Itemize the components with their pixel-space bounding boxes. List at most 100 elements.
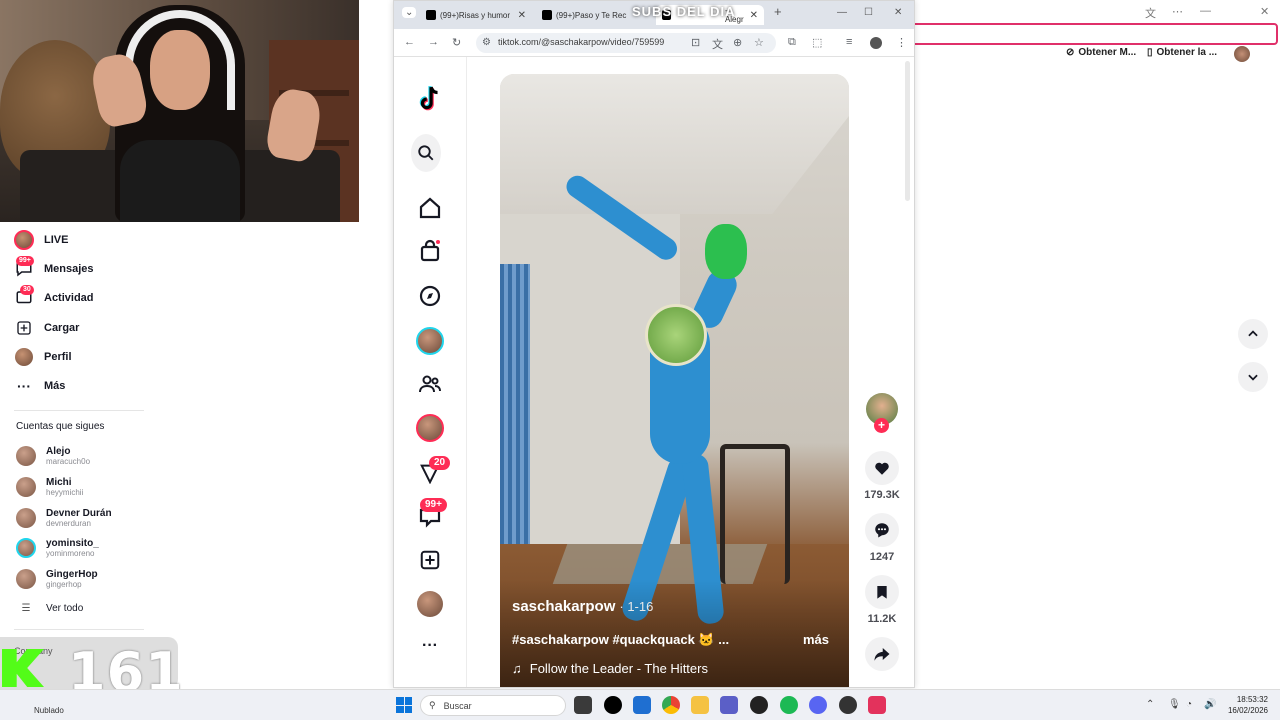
teams-app-icon[interactable]: [720, 696, 738, 714]
comment-button[interactable]: 1247: [849, 513, 914, 563]
profile-avatar-icon[interactable]: [415, 589, 445, 619]
following-icon[interactable]: [415, 369, 445, 399]
close-tab-icon[interactable]: ✕: [750, 10, 758, 21]
extension-button-2[interactable]: ▯ Obtener la ...: [1147, 47, 1217, 58]
avatar: [16, 508, 36, 528]
task-view-icon[interactable]: [574, 696, 592, 714]
site-info-icon[interactable]: ⚙: [482, 37, 491, 48]
live-avatar-icon[interactable]: [415, 326, 445, 356]
chrome-app-icon[interactable]: [662, 696, 680, 714]
activity-badge: 30: [20, 285, 34, 295]
maximize-icon[interactable]: ☐: [864, 7, 873, 18]
microphone-icon[interactable]: 🎙: [1168, 699, 1181, 710]
inbox-icon[interactable]: 20: [415, 456, 451, 488]
search-button[interactable]: [411, 134, 441, 172]
more-icon[interactable]: ···: [415, 631, 445, 661]
taskbar-search[interactable]: ⚲ Buscar: [420, 695, 566, 716]
start-menu-icon[interactable]: [396, 697, 412, 713]
share-button[interactable]: [849, 637, 914, 671]
media-player-icon[interactable]: [750, 696, 768, 714]
obs-app-icon[interactable]: [839, 696, 857, 714]
reading-list-icon[interactable]: ≡: [846, 36, 852, 48]
tiktok-studio-icon[interactable]: [868, 696, 886, 714]
taskbar-clock[interactable]: 18:53:32 16/02/2026: [1222, 694, 1268, 716]
translate-icon[interactable]: 文: [712, 36, 723, 52]
puzzle-icon[interactable]: ⬚: [812, 36, 822, 49]
creator-avatar[interactable]: +: [849, 393, 914, 433]
kebab-menu-icon[interactable]: ⋮: [896, 36, 907, 49]
translate-icon[interactable]: 文: [1145, 5, 1156, 21]
close-window-icon[interactable]: ✕: [894, 7, 902, 18]
network-icon[interactable]: ◔: [1186, 699, 1192, 710]
inbox-badge: 20: [429, 456, 451, 470]
explore-icon[interactable]: [415, 281, 445, 311]
volume-icon[interactable]: 🔊: [1204, 699, 1216, 710]
author-name[interactable]: saschakarpow: [512, 598, 615, 615]
sidebar-item-more[interactable]: ··· Más: [14, 375, 65, 397]
zoom-icon[interactable]: ⊕: [733, 36, 742, 49]
tab-paso[interactable]: (99+)Paso y Te Rec: [536, 5, 636, 25]
next-video-button[interactable]: [1238, 362, 1268, 392]
sidebar-item-upload[interactable]: Cargar: [14, 317, 79, 339]
video-date: · 1-16: [619, 599, 654, 614]
avatar: [16, 538, 36, 558]
new-tab-icon[interactable]: +: [774, 4, 782, 19]
close-tab-icon[interactable]: ✕: [518, 10, 526, 21]
spotify-app-icon[interactable]: [780, 696, 798, 714]
address-bar[interactable]: ⚙ tiktok.com/@saschakarpow/video/759599: [476, 33, 776, 53]
following-item[interactable]: yominsito_ yominmoreno: [16, 538, 99, 558]
see-all-link[interactable]: ☰ Ver todo: [16, 603, 84, 614]
close-icon[interactable]: ✕: [1260, 5, 1269, 18]
tiktok-logo-icon[interactable]: [415, 84, 445, 114]
back-icon[interactable]: ←: [404, 36, 415, 48]
live-stream-avatar-icon[interactable]: [415, 413, 445, 443]
profile-avatar[interactable]: [1234, 46, 1250, 62]
follow-plus-icon[interactable]: +: [874, 418, 889, 433]
scrollbar[interactable]: [905, 61, 910, 201]
store-app-icon[interactable]: [633, 696, 651, 714]
tab-search-icon[interactable]: ⌄: [402, 7, 417, 18]
bookmark-star-icon[interactable]: ☆: [754, 36, 764, 49]
forward-icon[interactable]: →: [428, 36, 439, 48]
shop-icon[interactable]: [415, 236, 445, 266]
profile-icon[interactable]: [870, 37, 882, 49]
following-item[interactable]: Michi heyymichii: [16, 477, 83, 497]
extension-label: Obtener M...: [1078, 47, 1137, 58]
video-music[interactable]: ♫ Follow the Leader - The Hitters: [512, 661, 708, 676]
tray-chevron-icon[interactable]: ⌃: [1146, 699, 1154, 710]
home-icon[interactable]: [415, 193, 445, 223]
avatar[interactable]: +: [866, 393, 898, 433]
sidebar-item-profile[interactable]: Perfil: [14, 346, 72, 368]
reload-icon[interactable]: ↻: [452, 36, 461, 49]
following-title: Cuentas que sigues: [16, 421, 105, 432]
like-button[interactable]: 179.3K: [849, 451, 914, 501]
install-icon[interactable]: ⊡: [691, 36, 700, 49]
messages-badge: 99+: [420, 498, 447, 512]
more-link[interactable]: más: [803, 632, 829, 647]
menu-icon[interactable]: ⋯: [1172, 5, 1183, 18]
following-item[interactable]: Devner Durán devnerduran: [16, 508, 112, 528]
messages-icon[interactable]: 99+: [415, 498, 447, 531]
following-name: Michi: [46, 477, 72, 488]
video-player[interactable]: saschakarpow · 1-16 #saschakarpow #quackq…: [500, 74, 849, 687]
following-item[interactable]: Alejo maracuch0o: [16, 446, 90, 466]
discord-app-icon[interactable]: [809, 696, 827, 714]
sidebar-item-messages[interactable]: 99+ Mensajes: [14, 256, 94, 280]
minimize-icon[interactable]: —: [1200, 5, 1211, 17]
tab-risas[interactable]: (99+)Risas y humor ✕: [420, 5, 532, 25]
tiktok-app-icon[interactable]: [604, 696, 622, 714]
save-button[interactable]: 11.2K: [849, 575, 914, 625]
previous-video-button[interactable]: [1238, 319, 1268, 349]
file-explorer-icon[interactable]: [691, 696, 709, 714]
upload-icon[interactable]: [415, 545, 445, 575]
tiktok-favicon-icon: [542, 10, 552, 20]
extension-icon[interactable]: ⧉: [788, 36, 796, 49]
minimize-icon[interactable]: —: [837, 7, 847, 18]
weather-label[interactable]: Nublado: [34, 706, 64, 715]
following-item[interactable]: GingerHop gingerhop: [16, 569, 98, 589]
video-author[interactable]: saschakarpow · 1-16: [512, 598, 653, 615]
extension-button-1[interactable]: ⊘ Obtener M...: [1066, 47, 1136, 58]
sidebar-item-activity[interactable]: 30 Actividad: [14, 285, 94, 309]
sidebar-item-live[interactable]: LIVE: [14, 229, 68, 251]
video-caption[interactable]: #saschakarpow #quackquack 🐱 ...: [512, 632, 729, 648]
